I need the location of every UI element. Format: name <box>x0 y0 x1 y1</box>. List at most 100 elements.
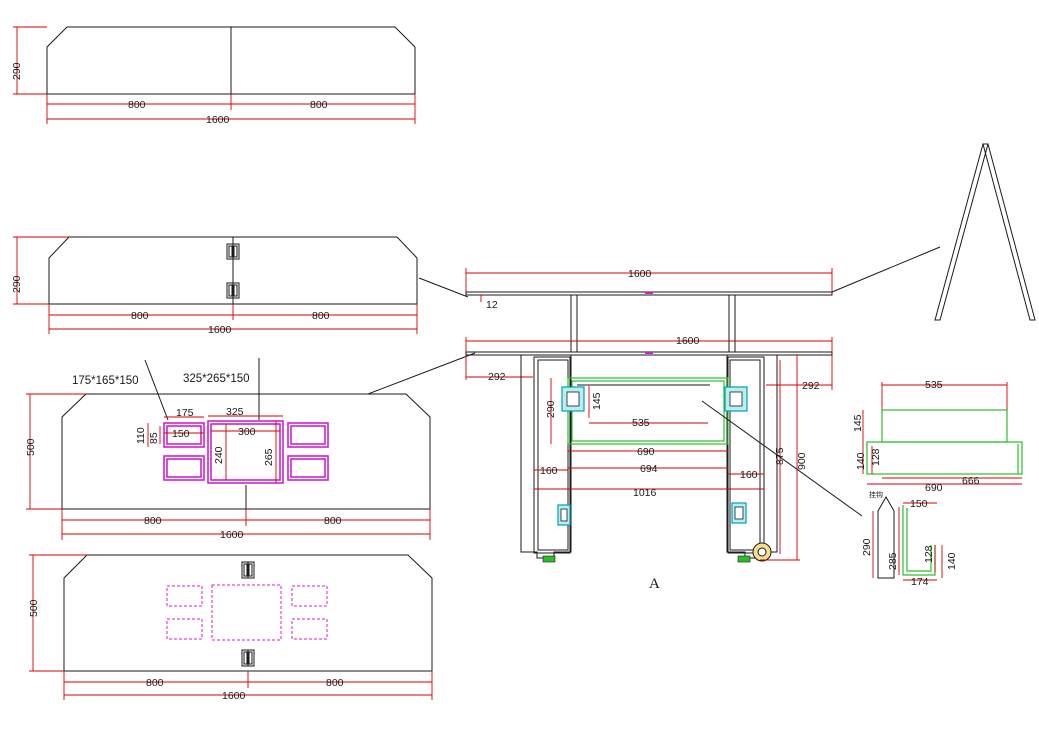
dim-690-label: 690 <box>925 482 943 494</box>
view-3-panel-with-boxes: 175*165*150 325*265*150 175 150 110 85 3… <box>25 352 476 541</box>
caster-wheel-icon <box>752 542 772 562</box>
leader-line <box>144 359 169 421</box>
dim-height-label: 290 <box>11 62 23 80</box>
hinge-icon <box>226 282 240 299</box>
hidden-large-box <box>211 584 282 641</box>
a-frame-side-view <box>934 143 1036 321</box>
dim-right-label: 800 <box>312 310 330 322</box>
dim-265: 265 <box>263 448 275 466</box>
small-box-inner <box>290 458 326 478</box>
dim-top-width-label: 1600 <box>628 268 652 280</box>
large-box-size-label: 325*265*150 <box>183 373 250 385</box>
foot-left <box>542 555 556 563</box>
dim-right-label: 800 <box>324 515 342 527</box>
dim-left-overhang-label: 292 <box>488 371 506 383</box>
leg-right <box>726 354 778 559</box>
hidden-small-box <box>291 618 328 640</box>
view-label-a: A <box>649 576 660 592</box>
small-box-size-label: 175*165*150 <box>72 375 139 387</box>
dim-140-label: 140 <box>946 552 958 570</box>
drawer-inner <box>571 380 725 442</box>
dim-694-label: 694 <box>640 463 658 475</box>
dim-right-label: 800 <box>310 99 328 111</box>
hinge-icon <box>731 502 747 524</box>
leader-line <box>367 352 476 395</box>
dim-85: 85 <box>148 432 160 444</box>
a-frame-leg-left <box>934 143 989 321</box>
hook-note: 挂钩 <box>869 490 883 499</box>
dim-total-label: 1600 <box>220 529 244 541</box>
dim-128-label: 128 <box>923 545 935 563</box>
hinge-icon <box>241 649 255 667</box>
dim-175: 175 <box>176 407 194 419</box>
dim-285-label: 285 <box>887 552 899 570</box>
side-drawer-view: 535 145 140 128 690 666 <box>852 379 1023 494</box>
dim-535-label: 535 <box>632 417 650 429</box>
dim-140-label: 140 <box>855 452 867 470</box>
hinge-icon <box>724 386 748 412</box>
foot-right <box>737 555 751 563</box>
dim-height-label: 500 <box>25 438 37 456</box>
drawer-lower <box>866 441 1023 475</box>
dim-right-overhang-label: 292 <box>802 380 820 392</box>
dim-left-label: 800 <box>144 515 162 527</box>
dim-left-label: 800 <box>128 99 146 111</box>
view-1-top-panel: 290 800 800 1600 <box>11 26 416 126</box>
hidden-small-box <box>166 618 203 640</box>
small-box-inner <box>290 425 326 445</box>
dim-160-left-label: 160 <box>540 465 558 477</box>
dim-second-width-label: 1600 <box>676 335 700 347</box>
dim-666-label: 666 <box>962 475 980 487</box>
dim-240: 240 <box>213 446 225 464</box>
dim-325: 325 <box>226 406 244 418</box>
drawer-upper <box>881 409 1008 443</box>
hidden-small-box <box>291 585 328 607</box>
dim-875-label: 875 <box>774 447 786 465</box>
hinge-icon <box>241 561 255 579</box>
dim-900-label: 900 <box>796 452 808 470</box>
dim-height-label: 500 <box>28 599 40 617</box>
hinge-icon <box>557 504 571 526</box>
hinge-icon <box>226 243 240 260</box>
leader-line <box>701 400 863 517</box>
dim-150: 150 <box>172 428 190 440</box>
dim-150-label: 150 <box>910 498 928 510</box>
dim-right-label: 800 <box>326 677 344 689</box>
dim-145-label: 145 <box>852 414 864 432</box>
small-box-inner <box>166 458 202 478</box>
a-frame-leg-right <box>982 143 1036 321</box>
hook-bracket-detail: 挂钩 290 285 150 128 140 174 <box>861 490 958 588</box>
dim-gap-label: 12 <box>486 299 498 311</box>
dim-290-label: 290 <box>861 538 873 556</box>
top-bar-mark <box>645 292 653 294</box>
dim-128-label: 128 <box>870 448 882 466</box>
post-right <box>728 294 736 353</box>
dim-145-label: 145 <box>591 392 603 410</box>
dim-535-label: 535 <box>925 379 943 391</box>
hinge-icon <box>561 386 585 412</box>
leader-line <box>418 277 469 298</box>
dim-1016-label: 1016 <box>633 487 657 499</box>
dim-290-label: 290 <box>545 400 557 418</box>
second-bar-mark <box>645 352 653 354</box>
hidden-small-box <box>166 585 203 607</box>
drawing-canvas: 290 800 800 1600 290 800 800 1600 175*16… <box>11 26 1036 702</box>
leader-line <box>831 246 941 293</box>
bracket-outline <box>902 505 936 576</box>
dim-174-label: 174 <box>911 576 929 588</box>
post-left <box>570 294 578 353</box>
dim-690-label: 690 <box>637 446 655 458</box>
dim-height-label: 290 <box>11 275 23 293</box>
dim-total-label: 1600 <box>206 114 230 126</box>
dim-total-label: 1600 <box>222 690 246 702</box>
view-4-panel-hidden-boxes: 500 800 800 1600 <box>28 554 433 702</box>
dim-left-label: 800 <box>131 310 149 322</box>
drawer-outline <box>567 377 729 445</box>
dim-total-label: 1600 <box>208 324 232 336</box>
dim-160-right-label: 160 <box>740 469 758 481</box>
dim-300: 300 <box>238 426 256 438</box>
view-2-top-panel-hinged: 290 800 800 1600 <box>11 236 469 336</box>
leg-left <box>520 354 572 559</box>
dim-left-label: 800 <box>146 677 164 689</box>
dim-110: 110 <box>135 427 147 444</box>
